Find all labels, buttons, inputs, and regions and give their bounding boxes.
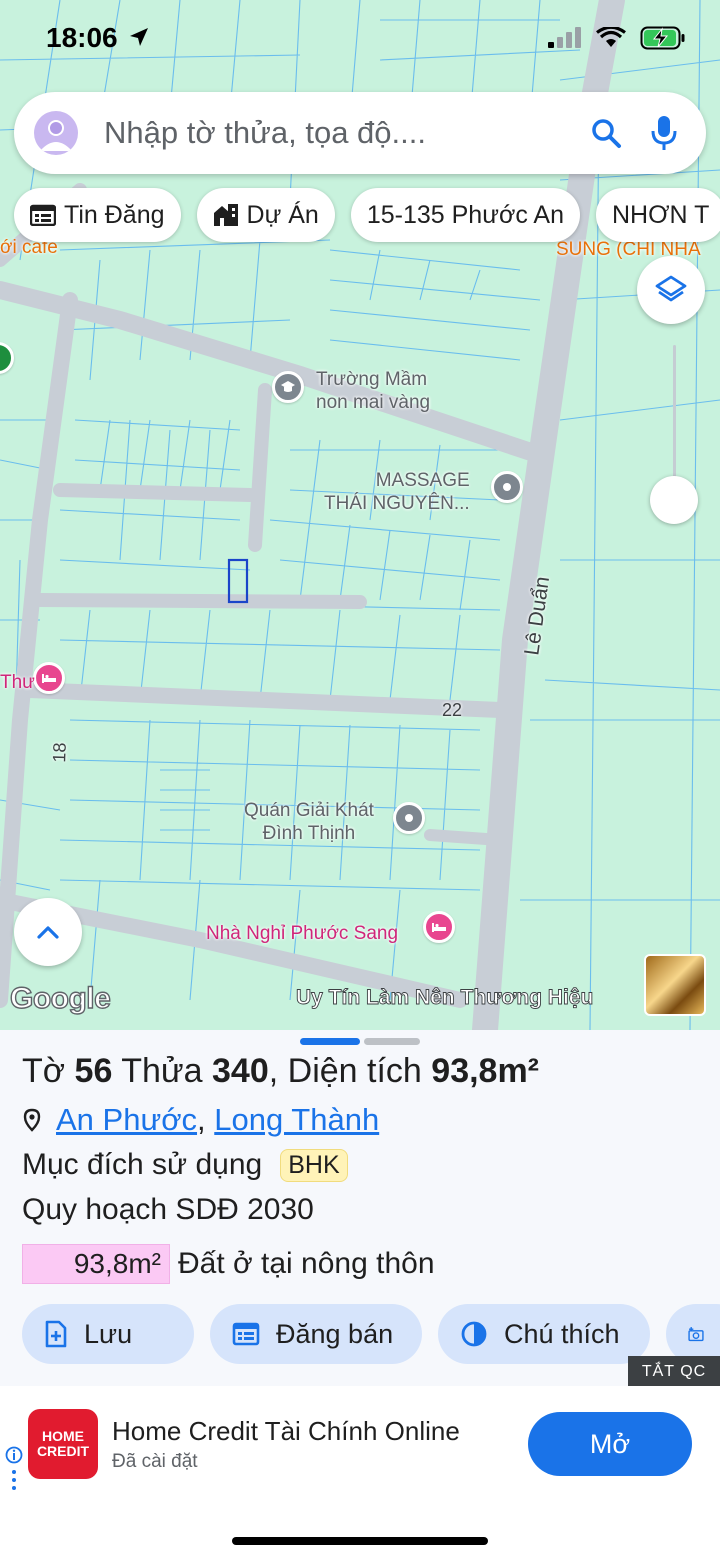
filter-chips: Tin Đăng Dự Án 15-135 Phước An NHƠN T <box>14 188 720 242</box>
massage-pin-icon[interactable] <box>491 471 523 503</box>
save-label: Lưu <box>84 1318 133 1349</box>
chip-label: 15-135 Phước An <box>366 200 564 229</box>
school-label: Trường Mầm non mai vàng <box>316 369 431 413</box>
cellular-signal-icon <box>548 27 581 48</box>
ward-link[interactable]: An Phước <box>56 1102 197 1138</box>
add-photo-icon <box>688 1327 704 1342</box>
chip-label: NHƠN T <box>612 200 710 229</box>
opacity-slider-handle[interactable] <box>650 476 698 524</box>
battery-charging-icon <box>640 26 685 50</box>
comma-separator: , <box>197 1102 215 1137</box>
land-use-row: 93,8m² Đất ở tại nông thôn <box>22 1244 435 1284</box>
wifi-icon <box>596 27 626 47</box>
home-indicator[interactable] <box>232 1537 488 1545</box>
parcel-info-sheet[interactable]: Tờ 56 Thửa 340, Diện tích 93,8m² An Phướ… <box>0 1030 720 1386</box>
layers-button[interactable] <box>637 256 705 324</box>
purpose-label: Mục đích sử dụng <box>22 1148 263 1181</box>
district-link[interactable]: Long Thành <box>214 1102 379 1138</box>
hide-ads-button[interactable]: TẮT QC <box>628 1356 720 1387</box>
legend-label: Chú thích <box>504 1318 620 1349</box>
parcel-title: Tờ 56 Thửa 340, Diện tích 93,8m² <box>22 1052 540 1090</box>
ad-banner[interactable]: HOME CREDIT Home Credit Tài Chính Online … <box>0 1386 720 1559</box>
purpose-row: Mục đích sử dụng BHK <box>22 1148 348 1182</box>
calendar-list-icon <box>232 1322 260 1346</box>
chip-label: Tin Đăng <box>64 200 165 229</box>
purpose-badge: BHK <box>280 1148 348 1182</box>
guesthouse-label: Nhà Nghỉ Phước Sang <box>206 923 399 944</box>
chip-tin-dang[interactable]: Tin Đăng <box>14 188 181 242</box>
save-button[interactable]: Lưu <box>22 1304 194 1364</box>
ad-open-button[interactable]: Mở <box>528 1412 692 1476</box>
hotel-pin-icon[interactable] <box>423 911 455 943</box>
buildings-icon <box>213 204 238 226</box>
legend-button[interactable]: Chú thích <box>438 1304 650 1364</box>
ad-thumbnail[interactable] <box>644 954 706 1016</box>
map-pin-icon <box>23 1108 41 1132</box>
hotel-pin-icon[interactable] <box>33 662 65 694</box>
chip-du-an[interactable]: Dự Án <box>196 188 335 242</box>
add-file-icon <box>45 1320 67 1348</box>
land-use-area-chip: 93,8m² <box>22 1244 170 1284</box>
search-bar[interactable]: Nhập tờ thửa, tọa độ.... <box>14 92 706 174</box>
calendar-list-icon <box>30 204 56 226</box>
land-use-type: Đất ở tại nông thôn <box>178 1247 435 1280</box>
home-credit-logo[interactable]: HOME CREDIT <box>28 1409 98 1479</box>
ad-watermark-text: Uy Tín Làm Nên Thương Hiệu <box>296 986 594 1010</box>
avatar[interactable] <box>34 111 78 155</box>
road-label-18: 18 <box>49 742 70 763</box>
status-time: 18:06 <box>46 22 118 53</box>
chevron-up-icon <box>37 926 59 939</box>
expand-up-button[interactable] <box>14 898 82 966</box>
cafe-label: Quán Giải Khát Đình Thịnh <box>244 800 374 844</box>
camera-button[interactable] <box>666 1304 720 1364</box>
google-logo: Google <box>9 981 111 1015</box>
map-view[interactable]: Trường Mầm non mai vàng MASSAGE THÁI NGU… <box>0 0 720 1030</box>
search-icon[interactable] <box>586 113 626 153</box>
cafe-pin-icon[interactable] <box>393 802 425 834</box>
post-sale-label: Đăng bán <box>276 1318 394 1349</box>
action-buttons: Lưu Đăng bán Chú thích <box>22 1304 720 1364</box>
location-arrow-icon <box>130 28 148 46</box>
hotel-partial-label: Thư <box>0 672 35 693</box>
ad-info-icon[interactable] <box>5 1446 23 1497</box>
layers-icon <box>655 275 687 302</box>
chip-location[interactable]: 15-135 Phước An <box>350 188 580 242</box>
opacity-slider-track[interactable] <box>673 345 676 495</box>
school-pin-icon[interactable] <box>272 371 304 403</box>
road-label-22: 22 <box>442 700 463 720</box>
contrast-icon <box>461 1321 487 1347</box>
location-row: An Phước, Long Thành <box>22 1102 379 1138</box>
chip-label: Dự Án <box>246 200 319 229</box>
planning-label: Quy hoạch SDĐ 2030 <box>22 1193 314 1226</box>
ad-subtitle: Đã cài đặt <box>112 1451 198 1472</box>
ad-title[interactable]: Home Credit Tài Chính Online <box>112 1416 460 1447</box>
chip-nhon[interactable]: NHƠN T <box>596 188 720 242</box>
post-sale-button[interactable]: Đăng bán <box>210 1304 422 1364</box>
massage-label: MASSAGE THÁI NGUYÊN... <box>324 470 470 514</box>
sheet-handle[interactable] <box>300 1038 420 1046</box>
status-bar: 18:06 <box>0 0 720 80</box>
microphone-icon[interactable] <box>644 113 684 153</box>
search-input[interactable]: Nhập tờ thửa, tọa độ.... <box>104 115 568 151</box>
